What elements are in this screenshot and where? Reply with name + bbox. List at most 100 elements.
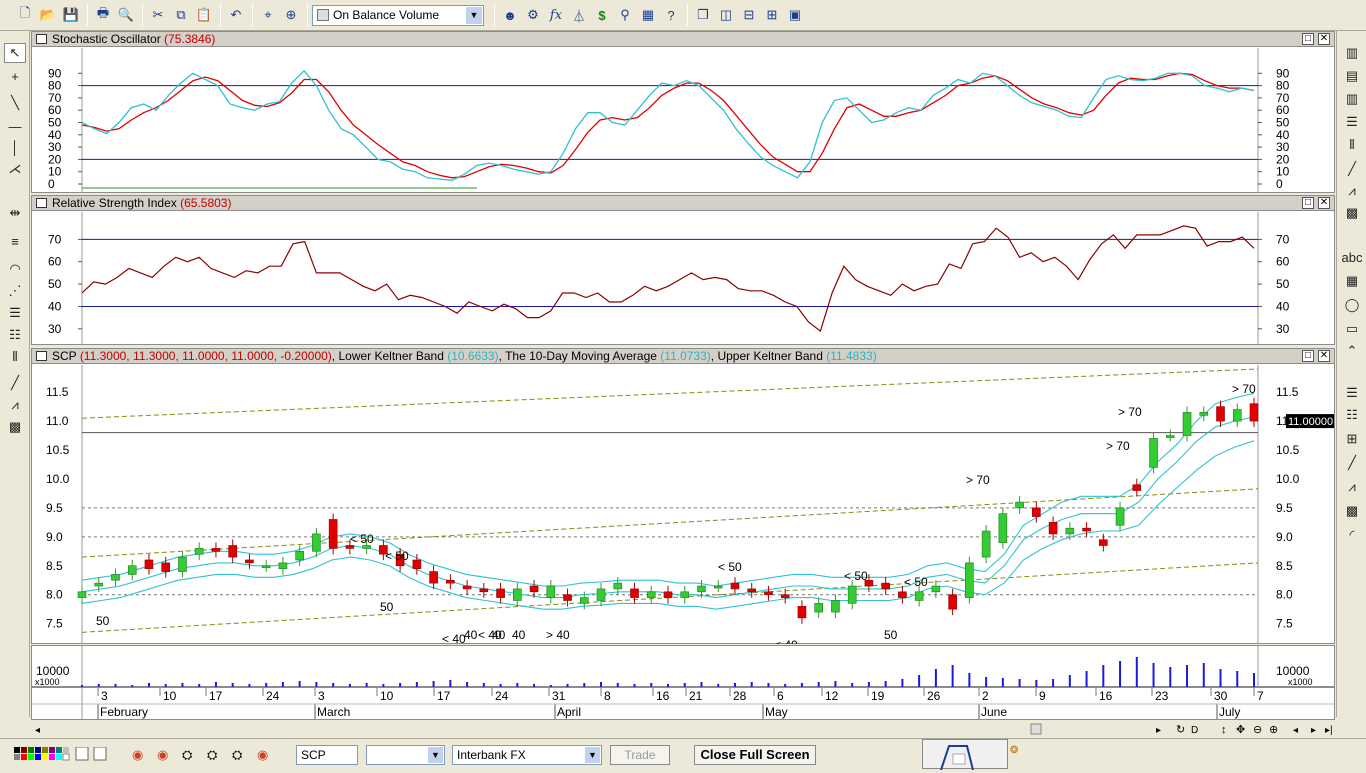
tile-horizontal-icon[interactable]: ⊟: [738, 4, 760, 26]
prev-icon[interactable]: ◂: [1293, 725, 1298, 736]
color-palette[interactable]: [14, 747, 110, 763]
market-select[interactable]: Interbank FX ▼: [452, 745, 602, 765]
pointer-icon[interactable]: ↖: [4, 43, 26, 63]
print-preview-icon[interactable]: 🔍: [115, 4, 137, 26]
pan-icon[interactable]: ✥: [1236, 724, 1245, 736]
cycle-lines-icon[interactable]: ⦀: [4, 347, 26, 367]
pattern-icon[interactable]: ▩: [1341, 203, 1363, 223]
retrace-icon[interactable]: ☰: [1341, 383, 1363, 403]
blank-select[interactable]: ▼: [366, 745, 445, 765]
horizontal-line-icon[interactable]: —: [4, 116, 26, 136]
line-tool-icon[interactable]: ╱: [4, 373, 26, 393]
properties-icon[interactable]: ▦: [637, 4, 659, 26]
chevron-down-icon[interactable]: ▼: [466, 6, 482, 24]
dollar-icon[interactable]: $: [591, 4, 613, 26]
arrange-icon[interactable]: ▣: [784, 4, 806, 26]
rsi-pane[interactable]: Relative Strength Index (65.5803) □ ✕ 70…: [31, 195, 1335, 345]
next-icon[interactable]: ▸: [1311, 725, 1316, 736]
chrome-icon[interactable]: ◉: [157, 747, 173, 763]
ellipse-icon[interactable]: ◯: [1341, 295, 1363, 315]
tile-grid-icon[interactable]: ⊞: [761, 4, 783, 26]
maximize-icon[interactable]: □: [1302, 350, 1314, 362]
trendline-icon[interactable]: ╲: [4, 93, 26, 113]
help-icon[interactable]: ?: [660, 4, 682, 26]
arc-icon[interactable]: ◠: [4, 259, 26, 279]
stochastic-pane[interactable]: Stochastic Oscillator (75.3846) □ ✕ 90 90…: [31, 31, 1335, 193]
crosshair-tool-icon[interactable]: +: [4, 66, 26, 86]
close-icon[interactable]: ✕: [1318, 197, 1330, 209]
line-draw-icon[interactable]: ╱: [1341, 159, 1363, 179]
volume-pane[interactable]: 10000 10000 x1000 x1000: [31, 645, 1335, 687]
group-icon[interactable]: ⛭: [232, 747, 248, 763]
system-icon[interactable]: ⚙: [522, 4, 544, 26]
open-folder-icon[interactable]: 📂: [37, 4, 59, 26]
undo-icon[interactable]: ↶: [225, 4, 247, 26]
reset-icon[interactable]: ↻: [1176, 724, 1185, 736]
cascade-icon[interactable]: ❐: [692, 4, 714, 26]
arc-tool-icon[interactable]: ◜: [1341, 525, 1363, 545]
speed-lines-icon[interactable]: ☷: [1341, 405, 1363, 425]
maximize-icon[interactable]: □: [1302, 33, 1314, 45]
chrome-icon[interactable]: ◉: [132, 747, 148, 763]
group-icon[interactable]: ⛭: [182, 747, 198, 763]
cut-icon[interactable]: ✂: [147, 4, 169, 26]
close-full-screen-button[interactable]: Close Full Screen: [694, 745, 816, 765]
scroll-left-icon[interactable]: ◂: [35, 725, 40, 736]
save-icon[interactable]: 💾: [60, 4, 82, 26]
bar-icon[interactable]: ▥: [1341, 43, 1363, 63]
trade-button[interactable]: Trade: [610, 745, 670, 765]
scroll-thumb[interactable]: [1030, 723, 1042, 735]
expert-icon[interactable]: ☻: [499, 4, 521, 26]
table-icon[interactable]: ▦: [1341, 271, 1363, 291]
regression-icon[interactable]: ≡: [4, 231, 26, 251]
zoom-in-icon[interactable]: ⊕: [1269, 724, 1278, 736]
pattern-right-icon[interactable]: ▩: [1341, 501, 1363, 521]
rectangle-icon[interactable]: ▭: [1341, 319, 1363, 339]
print-icon[interactable]: 🖶: [92, 4, 114, 26]
bars-icon[interactable]: ▥: [1341, 89, 1363, 109]
maximize-icon[interactable]: □: [1302, 197, 1314, 209]
daily-icon[interactable]: D: [1191, 725, 1198, 736]
close-icon[interactable]: ✕: [1318, 33, 1330, 45]
fibonacci-icon[interactable]: ☷: [4, 325, 26, 345]
fan-icon[interactable]: ⋰: [4, 281, 26, 301]
symbol-field[interactable]: SCP: [296, 745, 358, 765]
price-pane[interactable]: SCP (11.3000, 11.3000, 11.0000, 11.0000,…: [31, 348, 1335, 644]
fan-tool-right-icon[interactable]: ⩘: [1341, 477, 1363, 497]
candle-icon[interactable]: ▤: [1341, 66, 1363, 86]
zoom-out-icon[interactable]: ⊖: [1253, 724, 1262, 736]
scroll-right-icon[interactable]: ▸: [1156, 725, 1161, 736]
copy-icon[interactable]: ⧉: [170, 4, 192, 26]
explorer-icon[interactable]: ⏃: [568, 4, 590, 26]
chevron-down-icon[interactable]: ▼: [428, 747, 443, 763]
function-icon[interactable]: fx: [545, 4, 567, 26]
quadrant-icon[interactable]: ⊞: [1341, 429, 1363, 449]
paste-icon[interactable]: 📋: [193, 4, 215, 26]
crosshair-icon[interactable]: ⌖: [257, 4, 279, 26]
retracement-icon[interactable]: ☰: [4, 303, 26, 323]
gann-fan-icon[interactable]: ⩘: [4, 395, 26, 415]
group-icon[interactable]: ⛭: [207, 747, 223, 763]
chrome-icon[interactable]: ◉: [257, 747, 273, 763]
chevron-down-icon[interactable]: ▼: [585, 747, 600, 763]
line-tool-right-icon[interactable]: ╱: [1341, 453, 1363, 473]
end-icon[interactable]: ▸|: [1325, 725, 1333, 736]
move-icon[interactable]: ↕: [1221, 724, 1227, 736]
zoom-icon[interactable]: ⊕: [280, 4, 302, 26]
tile-vertical-icon[interactable]: ◫: [715, 4, 737, 26]
text-icon[interactable]: abc: [1341, 247, 1363, 267]
columns-icon[interactable]: ⦀: [1341, 135, 1363, 155]
indicator-select[interactable]: On Balance Volume ▼: [312, 4, 484, 26]
arrow-up-icon[interactable]: ⌃: [1341, 341, 1363, 361]
grid-tool-icon[interactable]: ▩: [4, 417, 26, 437]
new-file-icon[interactable]: 🗋: [14, 4, 36, 26]
thumbnail-preview[interactable]: [922, 739, 1008, 771]
list-icon[interactable]: ☰: [1341, 112, 1363, 132]
zigzag-icon[interactable]: ⋌: [4, 159, 26, 179]
binoculars-icon[interactable]: ⚲: [614, 4, 636, 26]
close-icon[interactable]: ✕: [1318, 350, 1330, 362]
fan-tool-icon[interactable]: ⩘: [1341, 181, 1363, 201]
vertical-line-icon[interactable]: │: [4, 137, 26, 157]
horizontal-scroll-area[interactable]: ◂ ▸ ↻ D ↕ ✥ ⊖ ⊕ ◂ ▸ ▸|: [31, 721, 1335, 737]
channel-icon[interactable]: ⇹: [4, 203, 26, 223]
